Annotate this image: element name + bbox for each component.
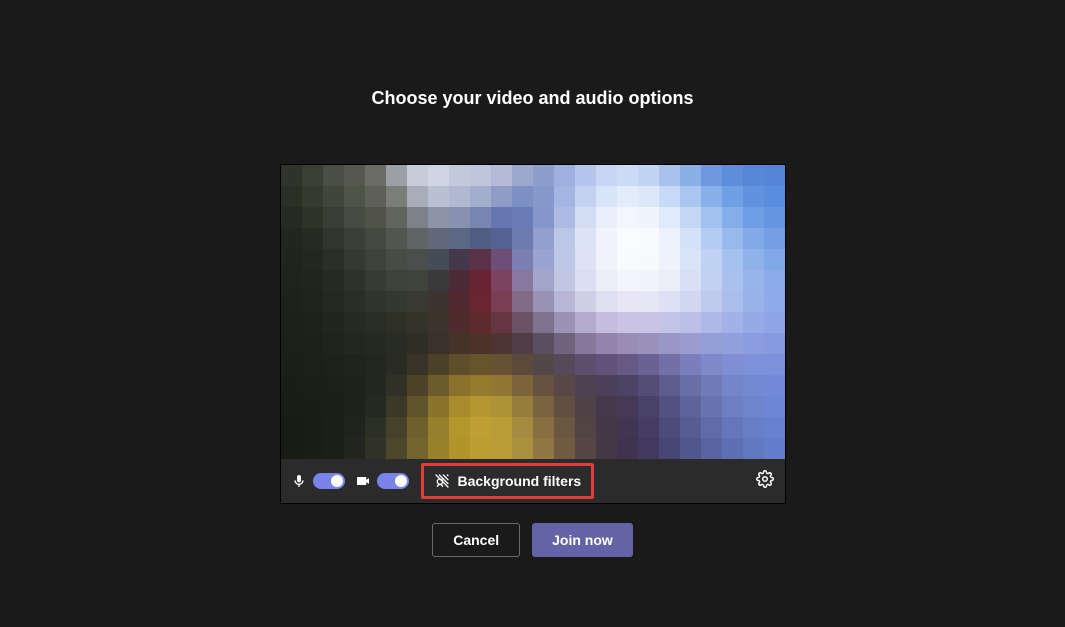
device-settings-button[interactable]	[755, 471, 775, 491]
join-now-button[interactable]: Join now	[532, 523, 633, 557]
preview-panel: Background filters	[281, 165, 785, 503]
video-icon	[355, 473, 371, 489]
microphone-icon	[291, 473, 307, 489]
background-filters-button[interactable]: Background filters	[421, 463, 595, 499]
gear-icon	[756, 470, 774, 493]
video-toggle[interactable]	[377, 473, 409, 489]
background-effects-icon	[434, 473, 450, 489]
page-title: Choose your video and audio options	[371, 88, 693, 109]
microphone-toggle[interactable]	[313, 473, 345, 489]
controls-bar: Background filters	[281, 459, 785, 503]
cancel-button[interactable]: Cancel	[432, 523, 520, 557]
background-filters-label: Background filters	[458, 473, 582, 489]
video-preview	[281, 165, 785, 459]
action-row: Cancel Join now	[432, 523, 633, 557]
